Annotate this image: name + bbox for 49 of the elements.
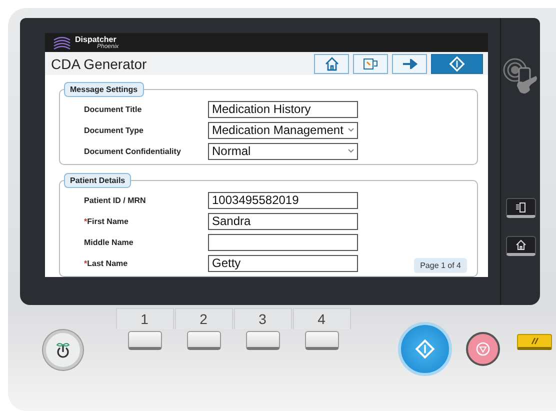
register-key[interactable] — [128, 331, 162, 350]
key-number: 3 — [234, 308, 292, 329]
home-icon — [324, 56, 340, 72]
chevron-down-icon — [348, 149, 354, 153]
dropdown-field[interactable]: Medication Management — [208, 122, 358, 138]
register-key[interactable] — [246, 331, 280, 350]
stop-icon — [476, 342, 490, 356]
field-label: Document Title — [84, 104, 143, 114]
input-field[interactable]: Medication History — [208, 100, 358, 118]
register-key[interactable] — [304, 331, 338, 350]
key-number: 4 — [292, 308, 350, 329]
door-icon — [514, 202, 526, 212]
field-label: Middle Name — [84, 238, 134, 246]
field-label: *Last Name — [84, 258, 129, 268]
field-label: Document Type — [84, 126, 144, 134]
power-icon — [55, 341, 71, 359]
page-indicator: Page 1 of 4 — [414, 258, 467, 273]
home-button[interactable] — [314, 54, 349, 74]
start-button[interactable] — [431, 54, 483, 74]
start-icon — [415, 339, 435, 359]
home-icon — [514, 239, 526, 251]
input-field[interactable] — [208, 234, 358, 250]
screen-title: CDA Generator — [51, 56, 147, 72]
brand-name: Dispatcher — [75, 36, 116, 44]
reset-icon — [530, 337, 540, 345]
key-number: 2 — [174, 308, 232, 329]
group-title: Patient Details — [64, 173, 132, 188]
dropdown-field[interactable]: Normal — [208, 142, 358, 160]
home-key[interactable] — [506, 236, 536, 256]
arrow-right-icon — [402, 58, 418, 69]
field-label: Document Confidentiality — [84, 146, 182, 156]
register-key[interactable] — [186, 331, 220, 350]
input-field[interactable]: Getty — [208, 254, 358, 272]
field-label: Patient ID / MRN — [84, 196, 147, 204]
group-title: Message Settings — [64, 82, 144, 97]
input-field[interactable]: Sandra — [208, 212, 358, 230]
document-return-icon — [362, 56, 380, 71]
next-button[interactable] — [392, 54, 427, 74]
start-icon — [449, 56, 465, 72]
stop-button[interactable] — [466, 332, 500, 366]
power-button[interactable] — [43, 330, 83, 370]
back-button[interactable] — [353, 54, 388, 74]
reset-button[interactable] — [517, 334, 552, 350]
logo-icon — [53, 36, 71, 50]
field-label: *First Name — [84, 216, 130, 226]
chevron-down-icon — [348, 128, 354, 132]
input-field[interactable]: 1003495582019 — [208, 192, 358, 208]
panel-key[interactable] — [506, 198, 536, 218]
key-number: 1 — [116, 308, 174, 329]
